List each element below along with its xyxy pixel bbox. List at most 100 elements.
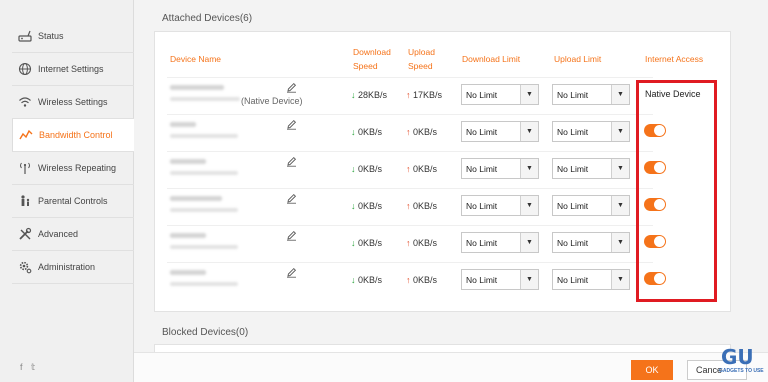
caret-down-icon[interactable]: ▼ — [611, 85, 629, 104]
sidebar-item-label: Parental Controls — [38, 196, 108, 206]
download-limit-select[interactable]: No Limit ▼ — [461, 84, 539, 105]
upload-limit-select[interactable]: No Limit ▼ — [552, 158, 630, 179]
sidebar-item-administration[interactable]: Administration — [12, 251, 134, 284]
download-speed: ↓ 0KB/s — [351, 201, 383, 211]
sidebar-item-label: Wireless Repeating — [38, 163, 117, 173]
down-arrow-icon: ↓ — [351, 164, 356, 174]
up-arrow-icon: ↑ — [406, 127, 411, 137]
attached-devices-title: Attached Devices(6) — [162, 13, 253, 24]
upload-limit-select[interactable]: No Limit ▼ — [552, 84, 630, 105]
upload-speed: ↑ 0KB/s — [406, 201, 438, 211]
download-limit-select[interactable]: No Limit ▼ — [461, 158, 539, 179]
sidebar-item-label: Wireless Settings — [38, 97, 108, 107]
download-limit-select[interactable]: No Limit ▼ — [461, 269, 539, 290]
upload-limit-select[interactable]: No Limit ▼ — [552, 232, 630, 253]
blocked-devices-title: Blocked Devices(0) — [162, 327, 249, 338]
sidebar-item-bandwidth-control[interactable]: Bandwidth Control — [12, 119, 134, 152]
caret-down-icon[interactable]: ▼ — [611, 233, 629, 252]
upload-speed: ↑ 0KB/s — [406, 164, 438, 174]
sidebar-item-label: Bandwidth Control — [39, 130, 113, 140]
caret-down-icon[interactable]: ▼ — [520, 270, 538, 289]
sidebar-item-label: Administration — [38, 262, 96, 272]
antenna-icon — [18, 161, 32, 175]
upload-limit-select[interactable]: No Limit ▼ — [552, 195, 630, 216]
download-limit-select[interactable]: No Limit ▼ — [461, 121, 539, 142]
device-name-blurred — [170, 122, 196, 127]
edit-pencil-icon[interactable] — [286, 267, 297, 278]
sidebar-item-status[interactable]: Status — [12, 20, 134, 53]
row-divider — [167, 114, 653, 115]
caret-down-icon[interactable]: ▼ — [520, 85, 538, 104]
row-divider — [167, 262, 653, 263]
up-arrow-icon: ↑ — [406, 90, 411, 100]
download-speed: ↓ 0KB/s — [351, 127, 383, 137]
upload-speed: ↑ 0KB/s — [406, 275, 438, 285]
row-divider — [167, 77, 653, 78]
header-download-limit: Download Limit — [462, 54, 521, 64]
device-name-blurred — [170, 270, 206, 275]
bandwidth-icon — [19, 128, 33, 142]
device-mac-blurred — [170, 97, 240, 101]
device-name-blurred — [170, 85, 224, 90]
up-arrow-icon: ↑ — [406, 201, 411, 211]
header-upload-limit: Upload Limit — [554, 54, 602, 64]
watermark-logo: GU GADGETS TO USE — [719, 345, 765, 379]
caret-down-icon[interactable]: ▼ — [611, 159, 629, 178]
router-icon — [18, 29, 32, 43]
sidebar-item-wireless-repeating[interactable]: Wireless Repeating — [12, 152, 134, 185]
download-limit-select[interactable]: No Limit ▼ — [461, 232, 539, 253]
sidebar: Status Internet Settings Wireless Settin… — [0, 0, 134, 382]
download-speed: ↓ 0KB/s — [351, 164, 383, 174]
sidebar-item-parental-controls[interactable]: Parental Controls — [12, 185, 134, 218]
down-arrow-icon: ↓ — [351, 90, 356, 100]
caret-down-icon[interactable]: ▼ — [611, 196, 629, 215]
device-mac-blurred — [170, 208, 238, 212]
sidebar-item-label: Status — [38, 31, 64, 41]
device-name-blurred — [170, 159, 206, 164]
caret-down-icon[interactable]: ▼ — [520, 196, 538, 215]
caret-down-icon[interactable]: ▼ — [520, 233, 538, 252]
caret-down-icon[interactable]: ▼ — [520, 159, 538, 178]
edit-pencil-icon[interactable] — [286, 156, 297, 167]
caret-down-icon[interactable]: ▼ — [520, 122, 538, 141]
row-divider — [167, 188, 653, 189]
upload-speed: ↑ 17KB/s — [406, 90, 443, 100]
device-mac-blurred — [170, 282, 238, 286]
up-arrow-icon: ↑ — [406, 164, 411, 174]
down-arrow-icon: ↓ — [351, 275, 356, 285]
upload-limit-select[interactable]: No Limit ▼ — [552, 121, 630, 142]
caret-down-icon[interactable]: ▼ — [611, 270, 629, 289]
upload-limit-select[interactable]: No Limit ▼ — [552, 269, 630, 290]
sidebar-item-internet-settings[interactable]: Internet Settings — [12, 53, 134, 86]
up-arrow-icon: ↑ — [406, 275, 411, 285]
device-mac-blurred — [170, 245, 238, 249]
watermark-text: GADGETS TO USE — [719, 368, 764, 374]
download-limit-select[interactable]: No Limit ▼ — [461, 195, 539, 216]
device-name-blurred — [170, 233, 206, 238]
edit-pencil-icon[interactable] — [286, 119, 297, 130]
header-upload-speed: Upload Speed — [408, 47, 435, 71]
upload-speed: ↑ 0KB/s — [406, 238, 438, 248]
down-arrow-icon: ↓ — [351, 127, 356, 137]
sidebar-item-wireless-settings[interactable]: Wireless Settings — [12, 86, 134, 119]
download-speed: ↓ 0KB/s — [351, 275, 383, 285]
edit-pencil-icon[interactable] — [286, 230, 297, 241]
download-speed: ↓ 28KB/s — [351, 90, 388, 100]
sidebar-item-label: Advanced — [38, 229, 79, 239]
row-divider — [167, 151, 653, 152]
watermark-mark: GU — [721, 345, 754, 369]
device-mac-blurred — [170, 171, 238, 175]
upload-speed: ↑ 0KB/s — [406, 127, 438, 137]
ok-button[interactable]: OK — [631, 360, 673, 380]
edit-pencil-icon[interactable] — [286, 82, 297, 93]
caret-down-icon[interactable]: ▼ — [611, 122, 629, 141]
main-content: Attached Devices(6) Device Name Download… — [134, 0, 768, 382]
social-links[interactable]: f 𝕥 — [20, 362, 38, 373]
edit-pencil-icon[interactable] — [286, 193, 297, 204]
header-device-name: Device Name — [170, 54, 222, 64]
down-arrow-icon: ↓ — [351, 201, 356, 211]
footer-bar: OK Cance — [134, 352, 768, 382]
header-download-speed: Download Speed — [353, 47, 391, 71]
sidebar-item-advanced[interactable]: Advanced — [12, 218, 134, 251]
sidebar-item-label: Internet Settings — [38, 64, 104, 74]
